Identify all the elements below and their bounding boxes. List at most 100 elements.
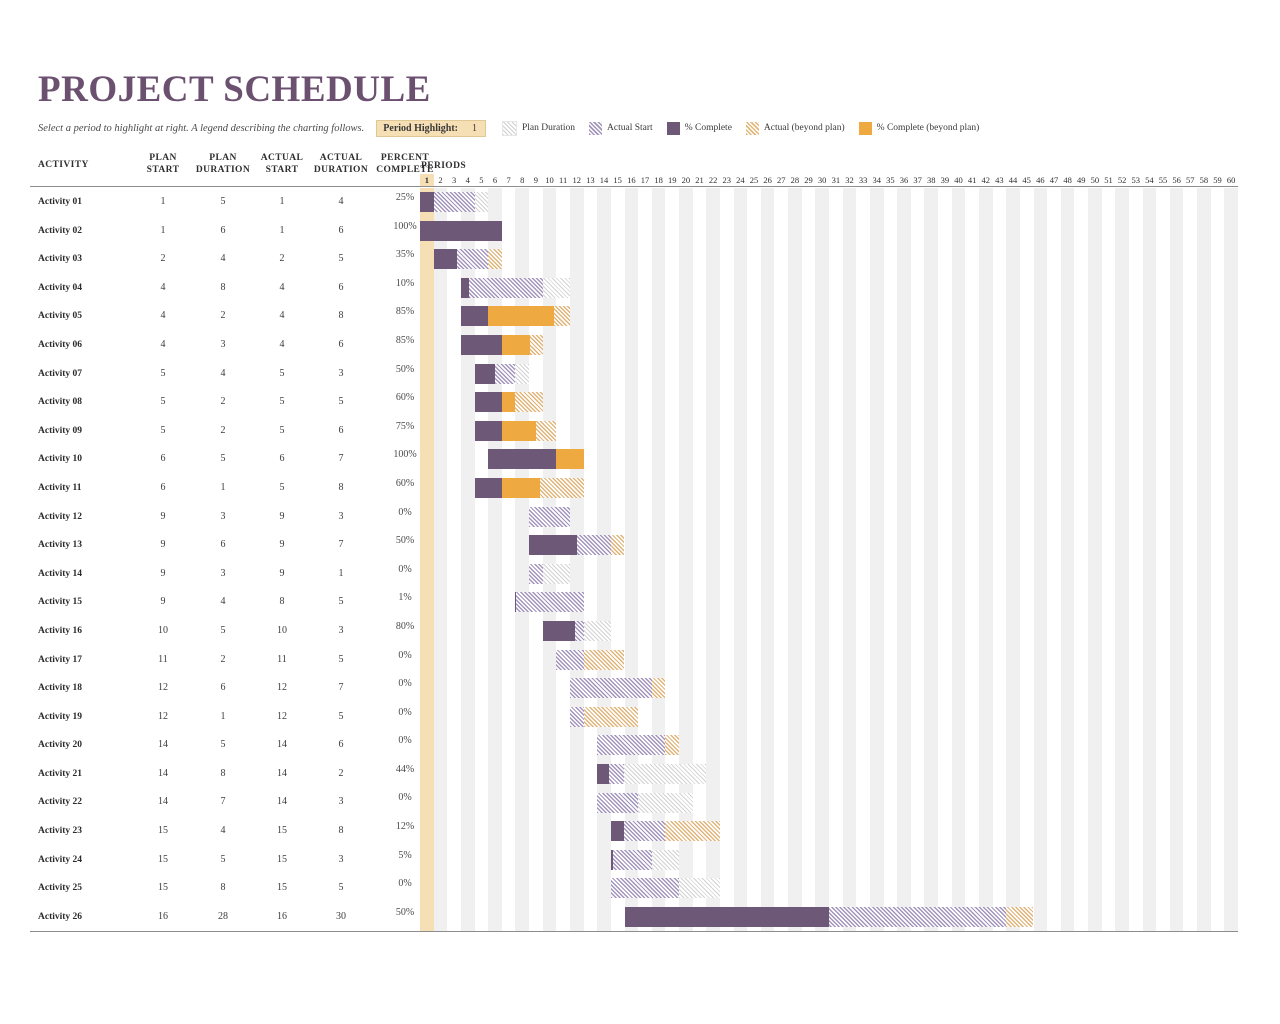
gantt-row[interactable]	[420, 302, 1238, 331]
gantt-row[interactable]	[420, 674, 1238, 703]
period-tick-6[interactable]: 6	[488, 174, 502, 186]
period-tick-27[interactable]: 27	[774, 174, 788, 186]
period-tick-19[interactable]: 19	[665, 174, 679, 186]
period-tick-56[interactable]: 56	[1170, 174, 1184, 186]
period-tick-44[interactable]: 44	[1006, 174, 1020, 186]
period-tick-24[interactable]: 24	[734, 174, 748, 186]
period-tick-34[interactable]: 34	[870, 174, 884, 186]
gantt-row[interactable]	[420, 617, 1238, 646]
period-tick-32[interactable]: 32	[843, 174, 857, 186]
period-tick-37[interactable]: 37	[911, 174, 925, 186]
table-row[interactable]: Activity 01 1 5 1 4 25%	[38, 188, 416, 217]
period-tick-20[interactable]: 20	[679, 174, 693, 186]
gantt-row[interactable]	[420, 503, 1238, 532]
period-tick-41[interactable]: 41	[965, 174, 979, 186]
table-row[interactable]: Activity 16 10 5 10 3 80%	[38, 617, 416, 646]
table-row[interactable]: Activity 14 9 3 9 1 0%	[38, 560, 416, 589]
period-tick-10[interactable]: 10	[543, 174, 557, 186]
table-row[interactable]: Activity 15 9 4 8 5 1%	[38, 588, 416, 617]
period-tick-22[interactable]: 22	[706, 174, 720, 186]
period-tick-52[interactable]: 52	[1115, 174, 1129, 186]
period-tick-42[interactable]: 42	[979, 174, 993, 186]
table-row[interactable]: Activity 04 4 8 4 6 10%	[38, 274, 416, 303]
period-tick-40[interactable]: 40	[952, 174, 966, 186]
gantt-row[interactable]	[420, 245, 1238, 274]
gantt-row[interactable]	[420, 531, 1238, 560]
table-row[interactable]: Activity 19 12 1 12 5 0%	[38, 703, 416, 732]
period-tick-45[interactable]: 45	[1020, 174, 1034, 186]
period-tick-29[interactable]: 29	[802, 174, 816, 186]
table-row[interactable]: Activity 24 15 5 15 3 5%	[38, 846, 416, 875]
period-tick-14[interactable]: 14	[597, 174, 611, 186]
table-row[interactable]: Activity 17 11 2 11 5 0%	[38, 646, 416, 675]
period-tick-23[interactable]: 23	[720, 174, 734, 186]
gantt-row[interactable]	[420, 274, 1238, 303]
period-tick-16[interactable]: 16	[625, 174, 639, 186]
gantt-row[interactable]	[420, 560, 1238, 589]
table-row[interactable]: Activity 20 14 5 14 6 0%	[38, 731, 416, 760]
period-tick-46[interactable]: 46	[1034, 174, 1048, 186]
gantt-row[interactable]	[420, 817, 1238, 846]
period-tick-2[interactable]: 2	[434, 174, 448, 186]
table-row[interactable]: Activity 02 1 6 1 6 100%	[38, 217, 417, 246]
table-row[interactable]: Activity 06 4 3 4 6 85%	[38, 331, 416, 360]
table-row[interactable]: Activity 11 6 1 5 8 60%	[38, 474, 416, 503]
period-tick-60[interactable]: 60	[1224, 174, 1238, 186]
period-tick-47[interactable]: 47	[1047, 174, 1061, 186]
period-tick-1[interactable]: 1	[420, 174, 434, 186]
table-row[interactable]: Activity 23 15 4 15 8 12%	[38, 817, 416, 846]
period-tick-18[interactable]: 18	[652, 174, 666, 186]
table-row[interactable]: Activity 26 16 28 16 30 50%	[38, 903, 416, 932]
table-row[interactable]: Activity 05 4 2 4 8 85%	[38, 302, 416, 331]
period-tick-58[interactable]: 58	[1197, 174, 1211, 186]
period-tick-7[interactable]: 7	[502, 174, 516, 186]
period-tick-57[interactable]: 57	[1183, 174, 1197, 186]
gantt-row[interactable]	[420, 445, 1238, 474]
period-tick-59[interactable]: 59	[1211, 174, 1225, 186]
period-tick-3[interactable]: 3	[447, 174, 461, 186]
period-tick-54[interactable]: 54	[1143, 174, 1157, 186]
period-tick-21[interactable]: 21	[693, 174, 707, 186]
table-row[interactable]: Activity 18 12 6 12 7 0%	[38, 674, 416, 703]
table-row[interactable]: Activity 25 15 8 15 5 0%	[38, 874, 416, 903]
period-tick-53[interactable]: 53	[1129, 174, 1143, 186]
table-row[interactable]: Activity 09 5 2 5 6 75%	[38, 417, 416, 446]
period-tick-25[interactable]: 25	[747, 174, 761, 186]
gantt-row[interactable]	[420, 874, 1238, 903]
period-tick-43[interactable]: 43	[993, 174, 1007, 186]
period-tick-35[interactable]: 35	[884, 174, 898, 186]
gantt-row[interactable]	[420, 388, 1238, 417]
period-tick-51[interactable]: 51	[1102, 174, 1116, 186]
period-tick-12[interactable]: 12	[570, 174, 584, 186]
table-row[interactable]: Activity 13 9 6 9 7 50%	[38, 531, 416, 560]
gantt-row[interactable]	[420, 588, 1238, 617]
gantt-row[interactable]	[420, 846, 1238, 875]
gantt-row[interactable]	[420, 703, 1238, 732]
period-tick-50[interactable]: 50	[1088, 174, 1102, 186]
period-tick-26[interactable]: 26	[761, 174, 775, 186]
gantt-row[interactable]	[420, 789, 1238, 818]
table-row[interactable]: Activity 10 6 5 6 7 100%	[38, 445, 417, 474]
period-tick-13[interactable]: 13	[584, 174, 598, 186]
gantt-row[interactable]	[420, 903, 1238, 931]
table-row[interactable]: Activity 22 14 7 14 3 0%	[38, 788, 416, 817]
table-row[interactable]: Activity 07 5 4 5 3 50%	[38, 360, 416, 389]
table-row[interactable]: Activity 21 14 8 14 2 44%	[38, 760, 416, 789]
gantt-row[interactable]	[420, 331, 1238, 360]
period-tick-17[interactable]: 17	[638, 174, 652, 186]
period-tick-4[interactable]: 4	[461, 174, 475, 186]
gantt-row[interactable]	[420, 474, 1238, 503]
period-tick-48[interactable]: 48	[1061, 174, 1075, 186]
gantt-row[interactable]	[420, 217, 1238, 246]
period-tick-55[interactable]: 55	[1156, 174, 1170, 186]
period-tick-38[interactable]: 38	[924, 174, 938, 186]
gantt-row[interactable]	[420, 731, 1238, 760]
period-highlight-control[interactable]: Period Highlight: 1	[376, 119, 486, 137]
period-tick-15[interactable]: 15	[611, 174, 625, 186]
period-tick-28[interactable]: 28	[788, 174, 802, 186]
gantt-row[interactable]	[420, 360, 1238, 389]
period-tick-36[interactable]: 36	[897, 174, 911, 186]
period-tick-30[interactable]: 30	[815, 174, 829, 186]
period-tick-33[interactable]: 33	[856, 174, 870, 186]
period-tick-5[interactable]: 5	[475, 174, 489, 186]
